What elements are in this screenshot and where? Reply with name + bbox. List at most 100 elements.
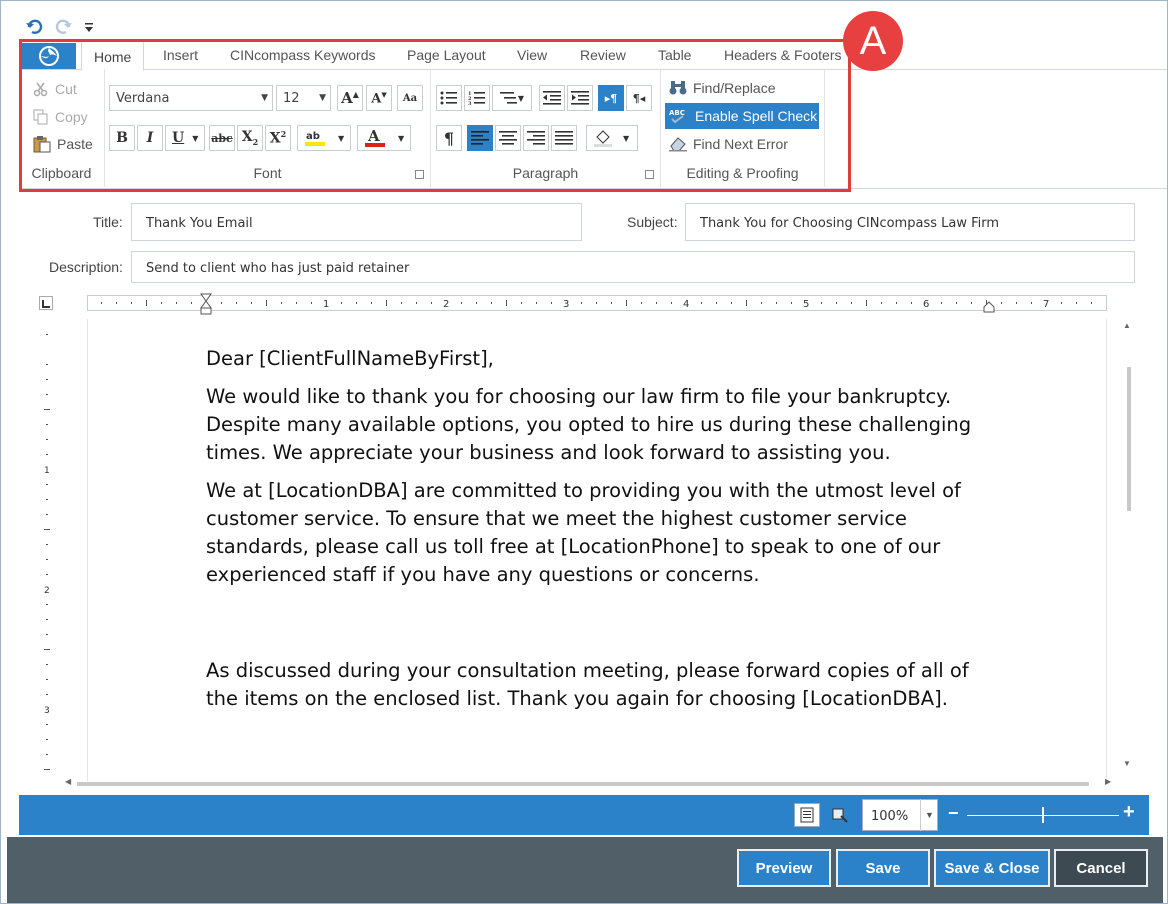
font-family-select[interactable]: Verdana ▼ [109, 85, 273, 111]
tab-insert[interactable]: Insert [163, 45, 198, 69]
underline-button[interactable]: U ▼ [165, 125, 205, 151]
ruler-tick [356, 302, 357, 304]
scroll-left-icon[interactable]: ◀ [65, 777, 71, 786]
vertical-ruler-tick [46, 439, 48, 440]
print-layout-button[interactable] [794, 803, 820, 827]
numbering-button[interactable]: 123 [464, 85, 490, 111]
ruler-tick [956, 302, 957, 304]
zoom-in-button[interactable]: + [1123, 801, 1135, 824]
decrease-indent-button[interactable] [539, 85, 565, 111]
font-color-button[interactable]: A ▼ [357, 125, 411, 151]
simple-view-button[interactable] [827, 803, 853, 827]
empty-paragraph[interactable] [206, 599, 1006, 647]
vertical-ruler-tick [46, 514, 48, 515]
paragraph-dialog-launcher-icon[interactable] [645, 170, 654, 179]
horizontal-scroll-thumb[interactable] [77, 782, 1089, 786]
tab-page-layout[interactable]: Page Layout [407, 45, 486, 69]
subject-field[interactable]: Thank You for Choosing CINcompass Law Fi… [685, 203, 1135, 241]
vertical-ruler-tick [46, 604, 48, 605]
find-replace-button[interactable]: Find/Replace [669, 77, 776, 99]
highlight-color-button[interactable]: ab ▼ [297, 125, 351, 151]
scroll-right-icon[interactable]: ▶ [1105, 777, 1111, 786]
change-case-button[interactable]: Aa [397, 85, 423, 111]
ruler-tick [536, 302, 537, 304]
bold-button[interactable]: B [109, 125, 135, 151]
description-field[interactable]: Send to client who has just paid retaine… [131, 251, 1135, 283]
chevron-down-icon: ▼ [192, 133, 199, 143]
scroll-down-icon[interactable]: ▼ [1123, 759, 1131, 768]
save-and-close-button[interactable]: Save & Close [934, 849, 1050, 887]
tab-home[interactable]: Home [81, 41, 145, 71]
align-right-button[interactable] [523, 125, 549, 151]
ruler-tick [311, 302, 312, 304]
ruler-tick [491, 302, 492, 304]
greeting-paragraph[interactable]: Dear [ClientFullNameByFirst], [206, 345, 1006, 373]
increase-indent-button[interactable] [567, 85, 593, 111]
shrink-font-button[interactable]: A▼ [366, 85, 392, 111]
strikethrough-button[interactable]: abc [209, 125, 235, 151]
font-family-value: Verdana [116, 91, 170, 106]
undo-icon[interactable] [23, 16, 45, 38]
find-next-error-button[interactable]: Find Next Error [669, 133, 788, 155]
grow-font-button[interactable]: A▲ [337, 85, 363, 111]
cut-button[interactable]: Cut [33, 78, 77, 100]
vertical-scrollbar[interactable]: ▲ ▼ [1119, 319, 1137, 781]
font-size-select[interactable]: 12 ▼ [276, 85, 331, 111]
ruler-tick [1091, 302, 1092, 304]
italic-button[interactable]: I [137, 125, 163, 151]
horizontal-ruler[interactable]: 1 2 3 4 5 6 7 [87, 293, 1107, 315]
horizontal-scrollbar[interactable]: ◀ ▶ [63, 777, 1119, 791]
body-paragraph[interactable]: We would like to thank you for choosing … [206, 383, 1006, 467]
tab-headers-footers[interactable]: Headers & Footers [724, 45, 842, 69]
shading-button[interactable]: ▼ [586, 125, 638, 151]
tab-cincompass-keywords[interactable]: CINcompass Keywords [230, 45, 376, 69]
align-center-button[interactable] [495, 125, 521, 151]
callout-badge: A [843, 11, 903, 71]
bullets-button[interactable] [436, 85, 462, 111]
ltr-paragraph-button[interactable]: ▸¶ [598, 85, 624, 111]
customize-dropdown-icon[interactable] [83, 16, 95, 38]
ruler-number: 6 [923, 299, 929, 310]
body-paragraph[interactable]: As discussed during your consultation me… [206, 657, 1006, 713]
font-group: Verdana ▼ 12 ▼ A▲ A▼ Aa B I U ▼ abc X2 X2 a… [105, 69, 431, 187]
cancel-button[interactable]: Cancel [1054, 849, 1148, 887]
paste-button[interactable]: Paste [33, 133, 93, 155]
right-indent-marker[interactable] [983, 300, 995, 319]
tab-view[interactable]: View [517, 45, 547, 69]
ltr-paragraph-icon: ▸¶ [604, 91, 618, 105]
vertical-scroll-thumb[interactable] [1127, 367, 1131, 511]
tab-review[interactable]: Review [580, 45, 626, 69]
title-field[interactable]: Thank You Email [131, 203, 582, 241]
enable-spell-check-button[interactable]: ABC Enable Spell Check [665, 103, 819, 129]
zoom-out-button[interactable]: − [948, 803, 959, 824]
print-layout-icon [800, 807, 814, 823]
scroll-up-icon[interactable]: ▲ [1123, 321, 1131, 330]
preview-button[interactable]: Preview [737, 849, 831, 887]
show-formatting-button[interactable]: ¶ [436, 125, 462, 151]
redo-icon[interactable] [53, 16, 75, 38]
font-dialog-launcher-icon[interactable] [415, 170, 424, 179]
copy-button[interactable]: Copy [33, 106, 88, 128]
subscript-icon: X2 [241, 129, 259, 147]
first-line-indent-marker[interactable] [200, 293, 212, 320]
chevron-down-icon[interactable]: ▼ [920, 799, 938, 831]
justify-button[interactable] [551, 125, 577, 151]
superscript-button[interactable]: X2 [265, 125, 291, 151]
tab-table[interactable]: Table [658, 45, 691, 69]
save-button[interactable]: Save [836, 849, 930, 887]
body-paragraph[interactable]: We at [LocationDBA] are committed to pro… [206, 477, 1006, 589]
subscript-button[interactable]: X2 [237, 125, 263, 151]
zoom-slider-thumb[interactable] [1042, 807, 1044, 823]
paragraph-group: 123 ▼ ▸¶ ¶◂ ¶ ▼ Paragraph [431, 69, 661, 187]
multilevel-list-button[interactable]: ▼ [492, 85, 532, 111]
align-left-button[interactable] [467, 125, 493, 151]
vertical-ruler-tick [46, 484, 48, 485]
ruler-tick [971, 302, 972, 304]
document-canvas[interactable]: Dear [ClientFullNameByFirst], We would l… [87, 319, 1107, 781]
app-menu-button[interactable] [22, 43, 76, 69]
svg-text:A: A [367, 128, 380, 145]
rtl-paragraph-button[interactable]: ¶◂ [626, 85, 652, 111]
chevron-down-icon: ▼ [517, 93, 525, 103]
tab-stop-selector[interactable] [39, 296, 53, 310]
document-body[interactable]: Dear [ClientFullNameByFirst], We would l… [206, 345, 1006, 723]
